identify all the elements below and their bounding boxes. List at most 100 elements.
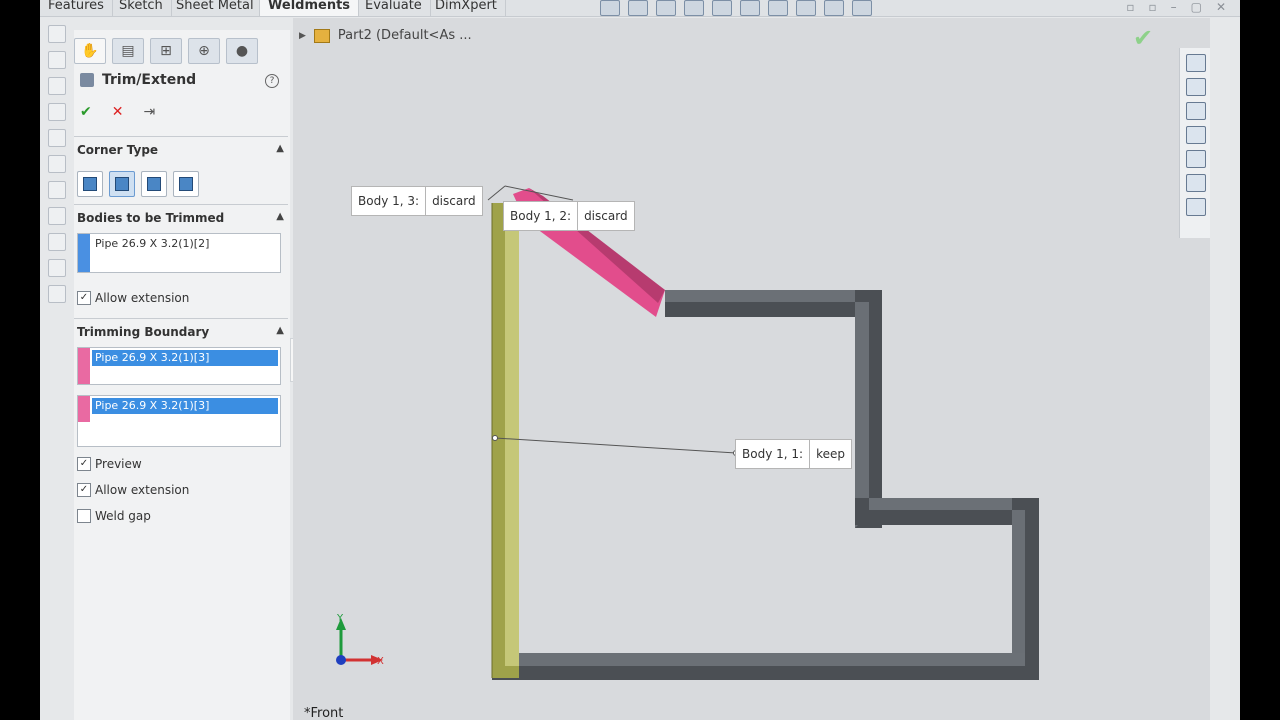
allow-extension-checkbox-1[interactable]: ✓ Allow extension bbox=[77, 291, 189, 305]
callout-value[interactable]: discard bbox=[578, 209, 634, 223]
trimming-boundary-label: Trimming Boundary bbox=[77, 325, 210, 339]
zoom-area-icon[interactable] bbox=[628, 0, 648, 16]
display-style-icon[interactable] bbox=[740, 0, 760, 16]
trimming-boundary-list-1[interactable]: Pipe 26.9 X 3.2(1)[3] bbox=[77, 347, 281, 385]
cancel-button[interactable]: ✕ bbox=[112, 104, 124, 120]
appearance-icon[interactable] bbox=[796, 0, 816, 16]
collapse-caret-icon[interactable]: ▲ bbox=[276, 325, 284, 336]
end-miter-icon bbox=[115, 177, 129, 191]
property-manager-tab-icon[interactable]: ▤ bbox=[112, 38, 144, 64]
allow-extension-checkbox-2[interactable]: ✓ Allow extension bbox=[77, 483, 189, 497]
callout-body-label: Body 1, 3: bbox=[352, 187, 427, 215]
tab-dimxpert[interactable]: DimXpert bbox=[427, 0, 506, 16]
end-butt2-button[interactable] bbox=[173, 171, 199, 197]
help-icon[interactable]: ? bbox=[265, 74, 279, 88]
end-trim-button[interactable] bbox=[77, 171, 103, 197]
callout-body-1[interactable]: Body 1, 1: keep bbox=[735, 439, 852, 469]
allow-extension-label: Allow extension bbox=[95, 291, 190, 305]
feature-tree-strip bbox=[40, 17, 74, 347]
list-item[interactable]: Pipe 26.9 X 3.2(1)[3] bbox=[92, 350, 278, 366]
end-trim-icon bbox=[83, 177, 97, 191]
tab-evaluate[interactable]: Evaluate bbox=[357, 0, 431, 16]
tree-icon[interactable] bbox=[48, 285, 66, 303]
collapse-caret-icon[interactable]: ▲ bbox=[276, 211, 284, 222]
pin-button[interactable]: ⇥ bbox=[143, 104, 155, 120]
tree-icon[interactable] bbox=[48, 181, 66, 199]
corner-type-label: Corner Type bbox=[77, 143, 159, 157]
tree-icon[interactable] bbox=[48, 103, 66, 121]
end-butt2-icon bbox=[179, 177, 193, 191]
triad-x-label: X bbox=[377, 656, 384, 667]
trimming-boundary-section: Trimming Boundary ▲ Pipe 26.9 X 3.2(1)[3… bbox=[74, 318, 288, 559]
list-color-swatch bbox=[78, 396, 90, 422]
callout-value[interactable]: discard bbox=[426, 194, 482, 208]
restore-icon[interactable]: ▫ bbox=[1126, 0, 1134, 14]
preview-label: Preview bbox=[95, 457, 142, 471]
graphics-area[interactable]: ▶ Part2 (Default<As ... ✔ ✕ bbox=[293, 18, 1210, 720]
tree-icon[interactable] bbox=[48, 155, 66, 173]
bodies-to-trim-section: Bodies to be Trimmed ▲ Pipe 26.9 X 3.2(1… bbox=[74, 204, 288, 315]
callout-value[interactable]: keep bbox=[810, 447, 851, 461]
trimming-boundary-list-2[interactable]: Pipe 26.9 X 3.2(1)[3] bbox=[77, 395, 281, 447]
corner-type-buttons bbox=[77, 171, 199, 197]
end-butt1-icon bbox=[147, 177, 161, 191]
scene-icon[interactable] bbox=[824, 0, 844, 16]
minimize-icon[interactable]: – bbox=[1171, 0, 1177, 14]
dimxpert-manager-tab-icon[interactable]: ⊕ bbox=[188, 38, 220, 64]
display-manager-tab-icon[interactable]: ● bbox=[226, 38, 258, 64]
view-toolbar bbox=[600, 0, 872, 16]
tile-icon[interactable]: ▫ bbox=[1148, 0, 1156, 14]
weld-gap-checkbox[interactable]: Weld gap bbox=[77, 509, 151, 523]
collapse-caret-icon[interactable]: ▲ bbox=[276, 143, 284, 154]
tree-icon[interactable] bbox=[48, 51, 66, 69]
tree-icon[interactable] bbox=[48, 25, 66, 43]
checkbox-unchecked-icon bbox=[77, 509, 91, 523]
corner-type-section: Corner Type ▲ bbox=[74, 136, 288, 197]
tree-icon[interactable] bbox=[48, 259, 66, 277]
pm-title-text: Trim/Extend bbox=[102, 72, 197, 88]
view-name-label: *Front bbox=[304, 706, 344, 720]
tab-sheet-metal[interactable]: Sheet Metal bbox=[168, 0, 263, 16]
tree-icon[interactable] bbox=[48, 129, 66, 147]
configuration-manager-tab-icon[interactable]: ⊞ bbox=[150, 38, 182, 64]
tree-icon[interactable] bbox=[48, 77, 66, 95]
callout-body-2[interactable]: Body 1, 2: discard bbox=[503, 201, 635, 231]
callout-body-3[interactable]: Body 1, 3: discard bbox=[351, 186, 483, 216]
view-settings-icon[interactable] bbox=[852, 0, 872, 16]
solidworks-window: Features Sketch Sheet Metal Weldments Ev… bbox=[40, 0, 1240, 720]
window-controls: ▫ ▫ – ▢ ✕ bbox=[1126, 0, 1226, 14]
section-view-icon[interactable] bbox=[684, 0, 704, 16]
tree-icon[interactable] bbox=[48, 207, 66, 225]
bodies-to-trim-list[interactable]: Pipe 26.9 X 3.2(1)[2] bbox=[77, 233, 281, 273]
hide-show-icon[interactable] bbox=[768, 0, 788, 16]
previous-view-icon[interactable] bbox=[656, 0, 676, 16]
pm-title: Trim/Extend bbox=[80, 72, 196, 88]
checkbox-checked-icon: ✓ bbox=[77, 291, 91, 305]
list-item[interactable]: Pipe 26.9 X 3.2(1)[3] bbox=[92, 398, 278, 414]
coordinate-triad: Y X bbox=[336, 613, 384, 667]
list-color-swatch bbox=[78, 234, 90, 272]
maximize-icon[interactable]: ▢ bbox=[1191, 0, 1202, 14]
feature-manager-tab-icon[interactable]: ✋ bbox=[74, 38, 106, 64]
view-orientation-icon[interactable] bbox=[712, 0, 732, 16]
close-icon[interactable]: ✕ bbox=[1216, 0, 1226, 14]
list-item[interactable]: Pipe 26.9 X 3.2(1)[2] bbox=[92, 236, 278, 252]
callout-body-label: Body 1, 2: bbox=[504, 202, 579, 230]
preview-checkbox[interactable]: ✓ Preview bbox=[77, 457, 142, 471]
tab-weldments[interactable]: Weldments bbox=[259, 0, 360, 16]
pm-actions: ✔ ✕ ⇥ bbox=[80, 104, 155, 120]
ok-button[interactable]: ✔ bbox=[80, 104, 92, 120]
trim-extend-icon bbox=[80, 73, 94, 87]
tab-features[interactable]: Features bbox=[40, 0, 113, 16]
end-miter-button[interactable] bbox=[109, 171, 135, 197]
checkbox-checked-icon: ✓ bbox=[77, 457, 91, 471]
zoom-to-fit-icon[interactable] bbox=[600, 0, 620, 16]
end-butt1-button[interactable] bbox=[141, 171, 167, 197]
bodies-to-trim-label: Bodies to be Trimmed bbox=[77, 211, 225, 225]
list-color-swatch bbox=[78, 348, 90, 384]
tree-icon[interactable] bbox=[48, 233, 66, 251]
tab-sketch[interactable]: Sketch bbox=[111, 0, 172, 16]
callout-body-label: Body 1, 1: bbox=[736, 440, 811, 468]
triad-y-label: Y bbox=[336, 613, 344, 624]
command-manager-tabs: Features Sketch Sheet Metal Weldments Ev… bbox=[40, 0, 1240, 17]
